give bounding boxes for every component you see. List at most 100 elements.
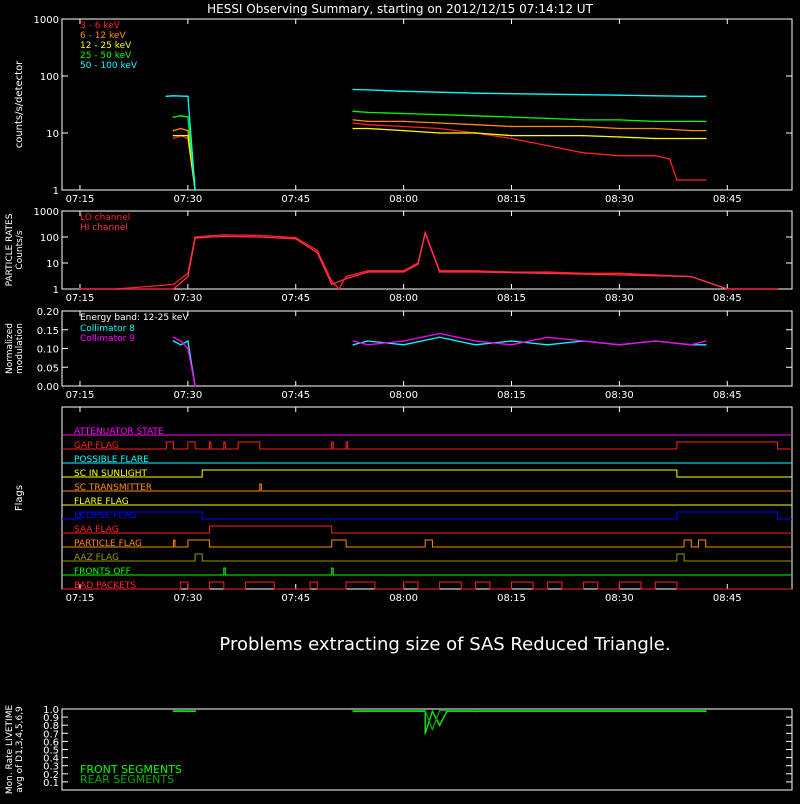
data-point <box>187 340 189 342</box>
data-point <box>582 119 585 121</box>
panels: 1 10 100 1000 07:15 07:30 07:45 08:00 08:15 08:30… <box>5 15 793 794</box>
data-point <box>510 116 513 118</box>
data-point <box>172 134 175 137</box>
data-point <box>402 271 405 273</box>
x-tick-label: 08:00 <box>389 194 418 205</box>
data-point <box>618 136 621 138</box>
series-line <box>173 340 196 387</box>
x-tick-label: 08:15 <box>497 593 526 604</box>
data-point <box>194 237 196 239</box>
data-point <box>259 236 261 238</box>
flag-trace <box>62 469 792 478</box>
y-axis-label: counts/s/detector <box>14 60 25 148</box>
data-point <box>259 234 261 237</box>
y-axis-label: PARTICLE RATES <box>5 213 15 286</box>
data-point <box>654 340 657 342</box>
series-line <box>353 88 706 97</box>
series-line <box>80 230 778 290</box>
data-point <box>194 385 196 387</box>
data-point <box>438 91 441 93</box>
data-point <box>618 127 621 130</box>
data-point <box>366 127 369 130</box>
panel-particle-rates: 1 10 100 1000 07:15 07:30 07:45 08:00 08:15 08:30… <box>5 207 793 304</box>
panel-frame <box>61 210 793 290</box>
flag-trace <box>62 441 792 450</box>
data-point <box>582 134 585 137</box>
x-tick-label: 07:45 <box>281 593 310 604</box>
data-point <box>582 340 585 342</box>
data-point <box>474 271 477 273</box>
y-tick-label: 0.00 <box>37 382 59 393</box>
y-tick-label: 1000 <box>34 207 59 218</box>
panel-modulation: 0.00 0.05 0.10 0.15 0.20 07:15 07:30 07:45 08:00… <box>5 307 793 401</box>
hessi-summary-plot: HESSI Observing Summary, starting on 201… <box>0 0 800 800</box>
y-tick-label: 100 <box>40 233 59 244</box>
data-point <box>546 144 549 147</box>
data-point <box>510 125 513 128</box>
x-tick-label: 07:45 <box>281 293 310 304</box>
data-point <box>704 179 707 181</box>
y-tick-label: 10 <box>46 259 59 270</box>
data-point <box>172 129 175 132</box>
data-point <box>690 95 693 98</box>
data-point <box>172 95 175 97</box>
data-point <box>352 127 355 130</box>
data-point <box>704 129 707 132</box>
data-point <box>172 340 175 342</box>
x-tick-label: 08:45 <box>713 593 742 604</box>
data-point <box>366 120 369 123</box>
data-point <box>338 288 340 290</box>
x-tick-label: 08:30 <box>605 194 634 205</box>
legend-entry: Collimator 9 <box>80 334 135 344</box>
data-point <box>438 709 441 712</box>
data-point <box>510 344 513 346</box>
data-point <box>223 235 225 238</box>
data-point <box>654 127 657 130</box>
data-point <box>172 709 175 712</box>
data-point <box>704 344 707 346</box>
data-point <box>352 340 355 342</box>
data-point <box>187 134 189 137</box>
panel-count-rates: 1 10 100 1000 07:15 07:30 07:45 08:00 08:15 08:30… <box>14 15 793 205</box>
y-tick-label: 1 <box>53 186 59 197</box>
x-tick-label: 08:00 <box>389 293 418 304</box>
x-tick-label: 08:00 <box>389 390 418 401</box>
data-point <box>582 125 585 128</box>
data-point <box>366 271 369 273</box>
data-point <box>194 189 196 191</box>
data-point <box>366 344 369 346</box>
data-point <box>546 272 549 275</box>
legend-entry: 12 - 25 keV <box>80 41 132 51</box>
data-point <box>618 94 621 96</box>
data-point <box>438 271 441 273</box>
data-point <box>431 728 434 731</box>
data-point <box>438 332 441 335</box>
data-point <box>431 710 434 713</box>
data-point <box>690 137 693 140</box>
x-tick-label: 07:45 <box>281 194 310 205</box>
data-point <box>366 340 369 342</box>
data-point <box>402 129 405 132</box>
data-point <box>704 120 707 123</box>
data-point <box>366 123 369 126</box>
flag-trace <box>62 483 792 492</box>
y-tick-label: 0.20 <box>37 307 59 318</box>
y-tick-label: 10 <box>46 129 59 140</box>
data-point <box>618 119 621 121</box>
data-point <box>618 272 621 275</box>
data-point <box>546 134 549 137</box>
data-point <box>618 274 621 276</box>
data-point <box>208 236 211 238</box>
x-tick-label: 07:15 <box>66 390 95 401</box>
data-point <box>668 158 671 160</box>
data-point <box>474 92 477 94</box>
data-point <box>582 93 585 96</box>
data-point <box>352 122 355 124</box>
data-point <box>438 122 441 124</box>
data-point <box>179 127 182 130</box>
data-point <box>172 336 175 339</box>
x-tick-label: 07:45 <box>281 390 310 401</box>
data-point <box>474 115 477 117</box>
data-point <box>776 288 779 290</box>
flag-trace <box>62 511 792 520</box>
